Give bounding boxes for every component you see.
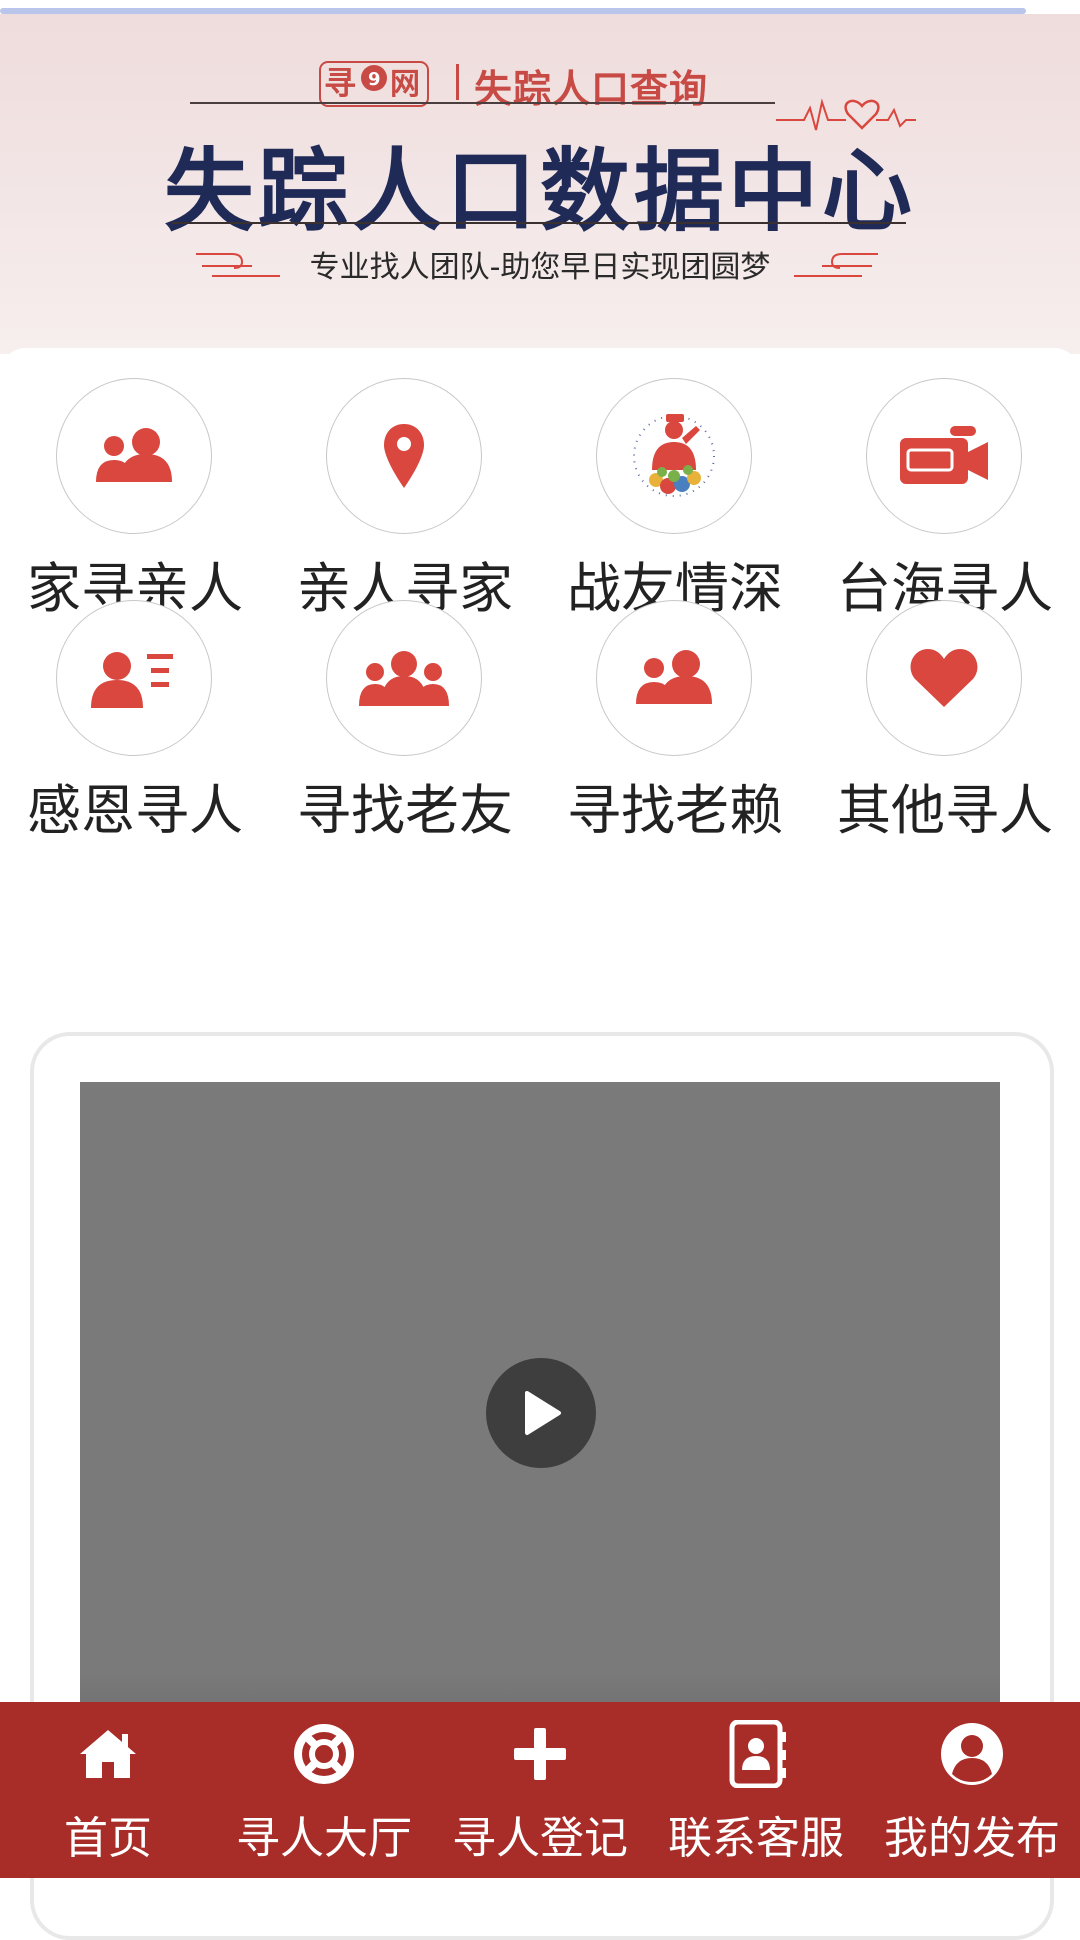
header-banner: 寻 9 网 失踪人口查询 失踪人口数据中心 专业找人团队-助您早日实现团圆梦: [0, 14, 1080, 354]
category-label: 其他寻人: [837, 779, 1053, 842]
two-people-icon: [56, 378, 212, 534]
banner-bottom-rule: [172, 222, 906, 224]
play-icon: [525, 1391, 561, 1435]
svg-text:寻: 寻: [324, 64, 356, 102]
brand-row: 寻 9 网 失踪人口查询: [0, 50, 1080, 131]
svg-text:网: 网: [390, 67, 420, 102]
banner-title: 失踪人口数据中心: [164, 138, 916, 244]
bottom-navigation: 首页 寻人大厅 寻人登记 联系客服 我的发布: [0, 1702, 1080, 1878]
svg-text:9: 9: [368, 69, 381, 90]
nav-label: 联系客服: [668, 1813, 844, 1864]
nav-label: 我的发布: [884, 1813, 1060, 1864]
nav-item[interactable]: 寻人登记: [432, 1702, 648, 1878]
heart-icon: [866, 600, 1022, 756]
banner-tagline: 专业找人团队-助您早日实现团圆梦: [309, 250, 771, 285]
location-pin-icon: [326, 378, 482, 534]
lifebuoy-icon: [216, 1716, 432, 1792]
category-item[interactable]: 亲人寻家: [270, 348, 540, 620]
contact-book-icon: [648, 1716, 864, 1792]
nav-item[interactable]: 我的发布: [864, 1702, 1080, 1878]
user-circle-icon: [864, 1716, 1080, 1792]
nav-item[interactable]: 首页: [0, 1702, 216, 1878]
group-icon: [326, 600, 482, 756]
category-label: 寻找老友: [297, 779, 513, 842]
category-item[interactable]: 寻找老友: [270, 570, 540, 842]
category-item[interactable]: 寻找老赖: [540, 570, 810, 842]
home-icon: [0, 1716, 216, 1792]
category-item[interactable]: 台海寻人: [810, 348, 1080, 620]
category-label: 感恩寻人: [27, 779, 243, 842]
contact-card-icon: [56, 600, 212, 756]
category-label: 寻找老赖: [567, 779, 783, 842]
play-button[interactable]: [486, 1358, 596, 1468]
nav-label: 首页: [64, 1813, 152, 1864]
brand-divider: [456, 64, 459, 100]
nav-item[interactable]: 联系客服: [648, 1702, 864, 1878]
banner-subtitle: 失踪人口查询: [474, 67, 709, 111]
nav-label: 寻人登记: [452, 1813, 628, 1864]
page-progress-track: [0, 0, 1080, 14]
nav-item[interactable]: 寻人大厅: [216, 1702, 432, 1878]
saluting-soldier-icon: [596, 378, 752, 534]
category-item[interactable]: 家寻亲人: [0, 348, 270, 620]
banner-top-rule: [190, 102, 775, 104]
category-item[interactable]: 其他寻人: [810, 570, 1080, 842]
plus-icon: [432, 1716, 648, 1792]
category-item[interactable]: 感恩寻人: [0, 570, 270, 842]
nav-label: 寻人大厅: [236, 1813, 412, 1864]
category-item[interactable]: 战友情深: [540, 348, 810, 620]
two-people-icon: [596, 600, 752, 756]
video-camera-icon: [866, 378, 1022, 534]
cloud-ornament-right-icon: [794, 253, 878, 277]
